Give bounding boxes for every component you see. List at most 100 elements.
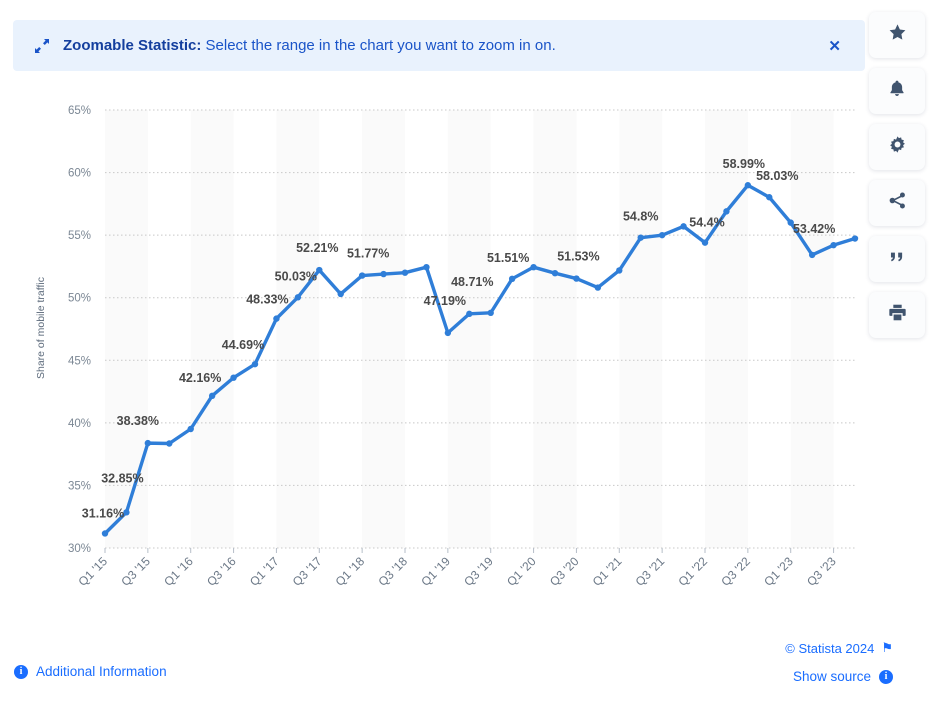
data-point-label: 48.33% (246, 293, 288, 307)
flag-icon[interactable]: ⚑ (881, 640, 893, 656)
data-point[interactable] (830, 242, 836, 248)
favorite-star-button[interactable] (869, 12, 925, 58)
y-axis-tick-label: 35% (68, 480, 91, 492)
data-point-label: 38.38% (117, 414, 159, 428)
data-point[interactable] (423, 264, 429, 270)
x-axis-tick-label: Q3 '23 (804, 554, 839, 589)
mobile-traffic-share-chart[interactable]: 30%35%40%45%50%55%60%65%Share of mobile … (0, 82, 866, 627)
x-axis-tick-label: Q1 '18 (333, 554, 368, 589)
print-button[interactable] (869, 292, 925, 338)
data-point-label: 51.51% (487, 251, 529, 265)
data-point[interactable] (166, 440, 172, 446)
data-point[interactable] (809, 252, 815, 258)
data-point-label: 47.19% (424, 294, 466, 308)
copyright-label: © Statista 2024 (785, 641, 874, 656)
show-source-label: Show source (793, 669, 871, 684)
share-button[interactable] (869, 180, 925, 226)
copyright-notice: © Statista 2024 ⚑ (785, 640, 893, 656)
notification-bell-button[interactable] (869, 68, 925, 114)
data-point[interactable] (723, 208, 729, 214)
data-point[interactable] (552, 270, 558, 276)
data-point-label: 51.77% (347, 247, 389, 261)
data-point[interactable] (530, 264, 536, 270)
settings-gear-button[interactable] (869, 124, 925, 170)
banner-message: Select the range in the chart you want t… (201, 37, 555, 54)
data-point-label: 44.69% (222, 338, 264, 352)
x-axis-tick-label: Q3 '17 (290, 554, 325, 589)
notification-bell-icon (888, 79, 906, 103)
data-point[interactable] (745, 182, 751, 188)
chart-band (276, 110, 319, 548)
share-icon (888, 191, 907, 215)
data-point[interactable] (145, 440, 151, 446)
zoomable-statistic-banner: Zoomable Statistic: Select the range in … (13, 20, 865, 71)
data-point[interactable] (188, 426, 194, 432)
data-point-label: 53.42% (793, 222, 835, 236)
show-source-link[interactable]: Show source i (793, 669, 893, 684)
y-axis-tick-label: 40% (68, 418, 91, 430)
favorite-star-icon (888, 23, 907, 47)
y-axis-tick-label: 55% (68, 230, 91, 242)
close-icon[interactable]: ✕ (820, 33, 849, 59)
data-point[interactable] (638, 234, 644, 240)
data-point-label: 54.8% (623, 210, 658, 224)
chart-bands (105, 110, 834, 548)
data-point[interactable] (595, 284, 601, 290)
data-point[interactable] (273, 315, 279, 321)
y-axis-title: Share of mobile traffic (35, 277, 47, 379)
data-point[interactable] (338, 291, 344, 297)
data-point-label: 54.4% (689, 216, 724, 230)
data-point[interactable] (230, 374, 236, 380)
x-axis-tick-label: Q1 '20 (504, 554, 539, 589)
x-axis-tick-label: Q3 '16 (204, 554, 239, 589)
chart-band (191, 110, 234, 548)
data-point[interactable] (659, 232, 665, 238)
x-axis-tick-label: Q3 '20 (547, 554, 582, 589)
additional-information-link[interactable]: i Additional Information (14, 664, 167, 679)
additional-information-label: Additional Information (36, 664, 167, 679)
data-point[interactable] (102, 530, 108, 536)
data-point[interactable] (680, 223, 686, 229)
data-point-label: 31.16% (82, 506, 124, 520)
data-point[interactable] (766, 194, 772, 200)
data-point[interactable] (359, 272, 365, 278)
chart-band (534, 110, 577, 548)
banner-text: Zoomable Statistic: Select the range in … (63, 37, 820, 54)
x-axis-tick-label: Q3 '21 (633, 554, 668, 589)
data-point[interactable] (573, 275, 579, 281)
data-point[interactable] (252, 361, 258, 367)
data-point[interactable] (445, 330, 451, 336)
data-point[interactable] (509, 276, 515, 282)
y-axis-tick-label: 65% (68, 105, 91, 117)
chart-band (362, 110, 405, 548)
data-point[interactable] (295, 294, 301, 300)
data-point[interactable] (466, 311, 472, 317)
x-axis-tick-label: Q1 '19 (418, 554, 453, 589)
chart-svg[interactable]: 30%35%40%45%50%55%60%65%Share of mobile … (0, 82, 866, 627)
y-axis-tick-label: 50% (68, 293, 91, 305)
cite-quote-button[interactable] (869, 236, 925, 282)
x-axis-tick-label: Q1 '15 (75, 554, 110, 589)
x-axis: Q1 '15Q3 '15Q1 '16Q3 '16Q1 '17Q3 '17Q1 '… (75, 548, 838, 589)
data-point[interactable] (402, 269, 408, 275)
x-axis-tick-label: Q1 '22 (675, 554, 710, 589)
data-point-label: 50.03% (275, 269, 317, 283)
data-point[interactable] (616, 267, 622, 273)
data-point[interactable] (852, 235, 858, 241)
info-icon: i (14, 665, 28, 679)
data-point[interactable] (380, 271, 386, 277)
x-axis-tick-label: Q1 '17 (247, 554, 282, 589)
print-icon (888, 303, 907, 327)
y-axis-tick-label: 45% (68, 355, 91, 367)
data-point[interactable] (702, 239, 708, 245)
x-axis-tick-label: Q3 '15 (118, 554, 153, 589)
settings-gear-icon (888, 135, 907, 159)
y-axis-tick-label: 60% (68, 168, 91, 180)
right-toolbar (869, 12, 925, 338)
data-point[interactable] (209, 393, 215, 399)
info-icon: i (879, 670, 893, 684)
data-point[interactable] (488, 310, 494, 316)
x-axis-tick-label: Q1 '21 (590, 554, 625, 589)
x-axis-tick-label: Q3 '19 (461, 554, 496, 589)
chart-band (705, 110, 748, 548)
